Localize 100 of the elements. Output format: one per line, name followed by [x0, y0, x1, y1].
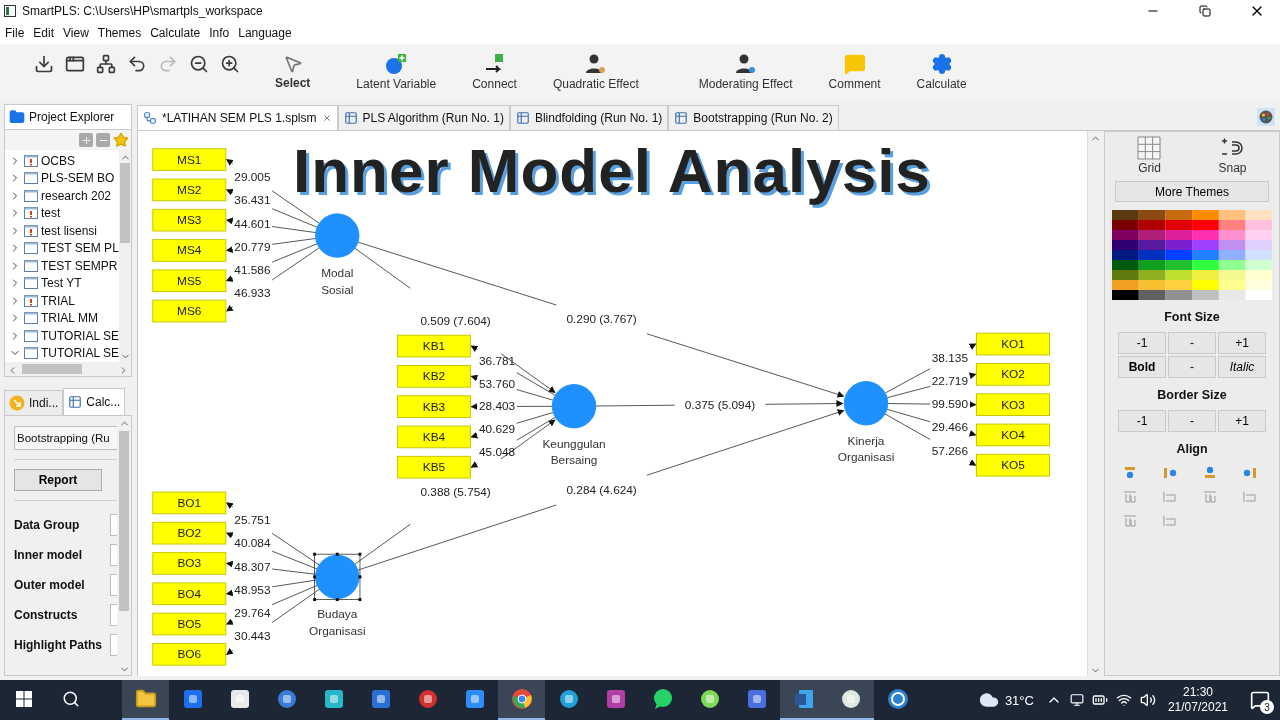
project-item[interactable]: TEST SEM PL [5, 239, 120, 257]
close-tab-icon[interactable] [321, 113, 332, 123]
indicator-box[interactable]: BO3 [152, 552, 227, 575]
tool-button[interactable]: Moderating Effect [688, 53, 803, 91]
font-button[interactable]: - [1168, 332, 1216, 354]
construct-circle[interactable] [843, 381, 889, 426]
construct-circle[interactable] [551, 384, 597, 429]
taskbar-app-button[interactable] [827, 680, 874, 720]
property-field[interactable] [110, 544, 117, 566]
font-button[interactable]: Bold [1118, 356, 1166, 378]
editor-tab[interactable]: Blindfolding (Run No. 1) [509, 105, 669, 130]
border-button[interactable]: +1 [1218, 410, 1266, 432]
project-item[interactable]: PLS-SEM BO [5, 169, 120, 187]
volume-icon[interactable] [1139, 692, 1156, 708]
scrollbar-thumb[interactable] [120, 163, 130, 243]
project-item[interactable]: TRIAL MM [5, 309, 120, 327]
battery-icon[interactable] [1091, 692, 1108, 708]
indicator-box[interactable]: MS2 [152, 178, 227, 202]
editor-tab[interactable]: *LATIHAN SEM PLS 1.splsm [137, 105, 338, 130]
border-button[interactable]: - [1168, 410, 1216, 432]
indicator-box[interactable]: KB5 [396, 455, 471, 479]
indicator-box[interactable]: KB4 [396, 425, 471, 449]
construct-circle[interactable] [315, 213, 360, 258]
project-item[interactable]: TRIAL [5, 292, 120, 310]
snap-button[interactable]: Snap [1218, 136, 1247, 175]
property-field[interactable] [110, 514, 117, 536]
panel-tab[interactable]: Indi... [4, 390, 64, 415]
tool-button[interactable]: Calculate [906, 53, 977, 91]
indicator-box[interactable]: KB2 [396, 365, 471, 388]
project-explorer-tab[interactable]: Project Explorer [4, 104, 132, 129]
more-themes-button[interactable]: More Themes [1115, 181, 1269, 202]
panel-tab[interactable]: Calc... [63, 388, 126, 415]
loading-value: 99.590 [931, 397, 968, 412]
clock[interactable]: 21:30 21/07/2021 [1167, 685, 1228, 715]
font-button[interactable]: -1 [1118, 332, 1166, 354]
scrollbar-thumb[interactable] [119, 431, 129, 611]
indicator-box[interactable]: BO2 [152, 521, 227, 545]
editor-tab[interactable]: PLS Algorithm (Run No. 1) [337, 105, 510, 130]
indicator-box[interactable]: MS1 [152, 148, 227, 171]
indicator-box[interactable]: MS5 [152, 269, 227, 293]
menu-item[interactable]: Calculate [150, 26, 201, 40]
menu-item[interactable]: Edit [33, 26, 55, 40]
taskbar-app-button[interactable] [498, 680, 545, 720]
font-button[interactable]: - [1168, 356, 1216, 378]
tool-button[interactable]: Comment [818, 53, 891, 91]
grid-button[interactable]: Grid [1137, 136, 1162, 175]
project-item[interactable]: Test YT [5, 274, 120, 292]
indicator-box[interactable]: BO4 [152, 582, 227, 606]
monitor-icon[interactable] [1069, 693, 1084, 707]
expand-all-button[interactable] [79, 133, 93, 147]
color-palette[interactable] [1112, 210, 1272, 300]
project-item[interactable]: test lisensi [5, 222, 120, 240]
scrollbar-thumb[interactable] [22, 364, 82, 374]
project-item[interactable]: OCBS [5, 152, 120, 170]
indicator-box[interactable]: KO1 [976, 332, 1050, 356]
wifi-icon[interactable] [1115, 692, 1132, 708]
run-dropdown[interactable]: Bootstrapping (Ru [14, 426, 117, 450]
project-item[interactable]: TUTORIAL SE [5, 327, 120, 345]
star-icon[interactable] [113, 132, 129, 148]
indicator-box[interactable]: MS3 [152, 208, 227, 232]
indicator-box[interactable]: MS6 [152, 299, 227, 323]
tool-button[interactable]: Connect [462, 53, 527, 91]
indicator-box[interactable]: KO2 [976, 363, 1050, 386]
chat-icon [651, 688, 674, 710]
editor-tab[interactable]: Bootstrapping (Run No. 2) [668, 105, 839, 130]
project-item[interactable]: TUTORIAL SE [5, 344, 120, 362]
menu-item[interactable]: View [63, 26, 89, 40]
palette-button[interactable] [1257, 108, 1275, 126]
menu-item[interactable]: Language [238, 26, 292, 40]
menu-item[interactable]: File [5, 26, 25, 40]
notifications-button[interactable]: 3 [1240, 680, 1280, 720]
property-label: Inner model [14, 548, 82, 562]
indicator-box[interactable]: KB1 [396, 334, 471, 358]
menu-item[interactable]: Info [209, 26, 230, 40]
property-field[interactable] [110, 634, 117, 656]
tool-button[interactable]: Latent Variable [346, 53, 447, 91]
project-item[interactable]: TEST SEMPR [5, 257, 120, 275]
property-field[interactable] [110, 574, 117, 596]
indicator-box[interactable]: MS4 [152, 239, 227, 262]
menu-item[interactable]: Themes [97, 26, 142, 40]
tool-button[interactable]: Select [265, 54, 321, 90]
indicator-box[interactable]: KB3 [396, 395, 471, 418]
property-field[interactable] [110, 604, 117, 626]
indicator-box[interactable]: BO5 [152, 612, 227, 636]
border-button[interactable]: -1 [1118, 410, 1166, 432]
tool-button[interactable]: Quadratic Effect [542, 53, 649, 91]
project-item[interactable]: research 202 [5, 187, 120, 205]
font-button[interactable]: Italic [1218, 356, 1266, 378]
font-button[interactable]: +1 [1218, 332, 1266, 354]
project-item[interactable]: test [5, 204, 120, 222]
indicator-box[interactable]: KO3 [976, 393, 1050, 416]
loading-value: 57.266 [931, 443, 968, 458]
align-icon [1242, 466, 1258, 480]
collapse-all-button[interactable] [96, 133, 110, 147]
indicator-box[interactable]: KO4 [976, 423, 1050, 447]
report-button[interactable]: Report [14, 469, 102, 491]
indicator-box[interactable]: BO6 [152, 643, 227, 666]
indicator-box[interactable]: KO5 [976, 453, 1050, 477]
taskbar-app-button[interactable] [122, 680, 169, 720]
indicator-box[interactable]: BO1 [152, 491, 227, 515]
